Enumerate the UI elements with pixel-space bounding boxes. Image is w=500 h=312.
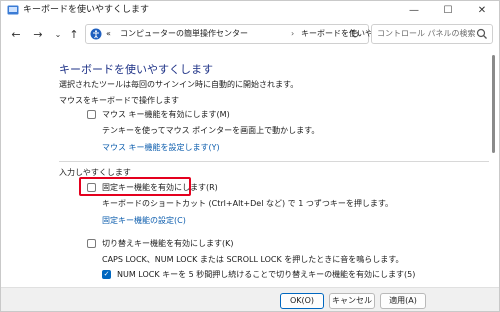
navigation-bar: ← → ⌄ ↑ « コンピューターの簡単操作センター › キーボードを使いやすく… xyxy=(1,19,499,49)
forward-button[interactable]: → xyxy=(29,25,47,43)
address-bar[interactable]: « コンピューターの簡単操作センター › キーボードを使いやすくします ⌄ xyxy=(85,24,421,44)
vertical-scrollbar[interactable] xyxy=(492,55,495,153)
title-bar: キーボードを使いやすくします — ☐ ✕ xyxy=(1,1,499,19)
refresh-button[interactable]: ↻ xyxy=(347,25,363,43)
control-panel-icon xyxy=(7,5,19,15)
search-box[interactable]: コントロール パネルの検索 xyxy=(371,24,493,44)
mouse-keys-label[interactable]: マウス キー機能を有効にします(M) xyxy=(102,109,230,120)
toggle-keys-checkbox[interactable] xyxy=(87,239,96,248)
sticky-keys-description: キーボードのショートカット (Ctrl+Alt+Del など) で 1 つずつキ… xyxy=(102,199,394,208)
mouse-keys-description: テンキーを使ってマウス ポインターを画面上で動かします。 xyxy=(102,126,320,135)
maximize-button[interactable]: ☐ xyxy=(431,1,465,19)
search-icon xyxy=(476,28,487,39)
breadcrumb-separator[interactable]: › xyxy=(291,28,294,40)
mouse-keys-checkbox[interactable] xyxy=(87,110,96,119)
window-title: キーボードを使いやすくします xyxy=(23,5,150,15)
mouse-keys-group: マウスをキーボードで操作します xyxy=(59,95,479,106)
mouse-keys-checkbox-row[interactable]: マウス キー機能を有効にします(M) xyxy=(87,109,230,120)
toggle-keys-description: CAPS LOCK、NUM LOCK または SCROLL LOCK を押したと… xyxy=(102,255,404,264)
numlock-toggle-checkbox[interactable]: ✓ xyxy=(102,270,111,279)
sticky-keys-settings-link[interactable]: 固定キー機能の設定(C) xyxy=(102,215,186,226)
up-button[interactable]: ↑ xyxy=(65,25,83,43)
toggle-keys-label[interactable]: 切り替えキー機能を有効にします(K) xyxy=(102,238,234,249)
ok-button[interactable]: OK(O) xyxy=(280,293,324,309)
numlock-toggle-label[interactable]: NUM LOCK キーを 5 秒間押し続けることで切り替えキーの機能を有効にしま… xyxy=(117,269,415,280)
group-heading-mouse: マウスをキーボードで操作します xyxy=(59,96,179,105)
close-button[interactable]: ✕ xyxy=(465,1,499,19)
dialog-button-bar: OK(O) キャンセル 適用(A) xyxy=(1,287,499,311)
ease-of-access-window: キーボードを使いやすくします — ☐ ✕ ← → ⌄ ↑ « コンピューターの簡… xyxy=(0,0,500,312)
cancel-button[interactable]: キャンセル xyxy=(329,293,375,309)
toggle-keys-checkbox-row[interactable]: 切り替えキー機能を有効にします(K) xyxy=(87,238,234,249)
apply-button[interactable]: 適用(A) xyxy=(380,293,426,309)
page-title: キーボードを使いやすくします xyxy=(59,63,213,76)
page-subtitle: 選択されたツールは毎回のサインイン時に自動的に開始されます。 xyxy=(59,80,299,89)
mouse-keys-settings-link[interactable]: マウス キー機能を設定します(Y) xyxy=(102,142,220,153)
address-overflow[interactable]: « xyxy=(106,28,111,40)
search-input[interactable]: コントロール パネルの検索 xyxy=(377,28,476,40)
highlight-box xyxy=(79,177,191,196)
back-button[interactable]: ← xyxy=(7,25,25,43)
divider xyxy=(59,161,489,162)
ease-of-access-icon xyxy=(90,28,102,40)
minimize-button[interactable]: — xyxy=(397,1,431,19)
numlock-toggle-checkbox-row[interactable]: ✓ NUM LOCK キーを 5 秒間押し続けることで切り替えキーの機能を有効に… xyxy=(102,269,415,280)
breadcrumb-ease-of-access-center[interactable]: コンピューターの簡単操作センター xyxy=(120,28,248,40)
